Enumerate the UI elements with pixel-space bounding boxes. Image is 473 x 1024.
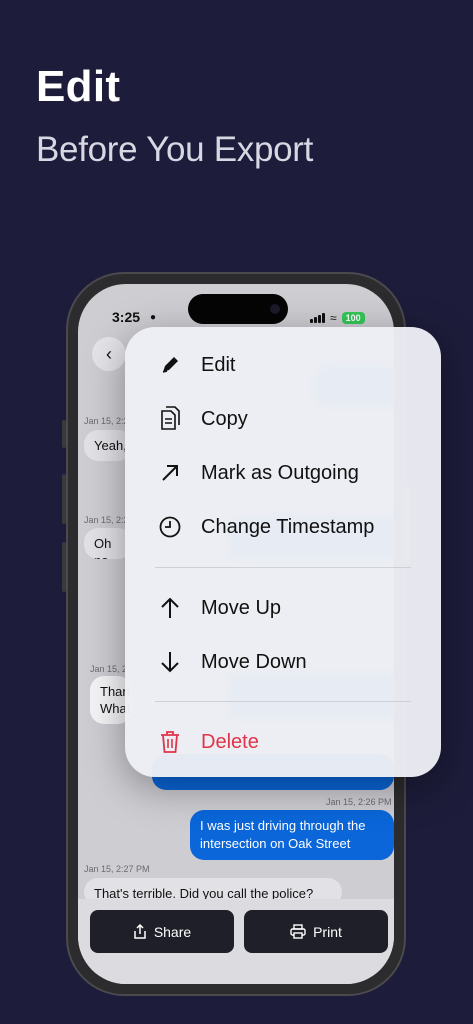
menu-item-label: Move Down	[201, 650, 307, 673]
signal-icon	[310, 313, 325, 323]
outgoing-message[interactable]: I was just driving through the intersect…	[190, 810, 394, 860]
menu-item-move-down[interactable]: Move Down	[125, 635, 441, 689]
bottom-toolbar: Share Print	[78, 899, 394, 984]
volume-down-button	[62, 542, 66, 592]
menu-item-move-up[interactable]: Move Up	[125, 581, 441, 635]
pencil-icon	[158, 353, 182, 377]
arrow-up-icon	[158, 596, 182, 620]
context-menu: Edit Copy Mark as Outgoing Change Timest…	[125, 327, 441, 777]
trash-icon	[158, 730, 182, 754]
copy-icon	[158, 406, 182, 431]
menu-item-label: Delete	[201, 730, 259, 753]
menu-item-label: Mark as Outgoing	[201, 461, 359, 484]
message-timestamp: Jan 15, 2:26 PM	[326, 797, 392, 807]
menu-item-label: Change Timestamp	[201, 515, 375, 538]
status-time: 3:25	[112, 309, 141, 325]
share-button[interactable]: Share	[90, 910, 234, 953]
menu-divider	[155, 567, 411, 568]
print-label: Print	[313, 923, 342, 940]
camera-icon	[270, 304, 280, 314]
message-timestamp: Jan 15, 2:27 PM	[84, 864, 150, 874]
menu-item-label: Move Up	[201, 596, 282, 619]
menu-item-delete[interactable]: Delete	[125, 715, 441, 769]
status-indicators: ≈ 100	[310, 311, 365, 325]
print-button[interactable]: Print	[244, 910, 388, 953]
action-button	[62, 420, 66, 448]
person-icon: ●	[150, 312, 157, 323]
dynamic-island	[188, 294, 288, 324]
wifi-icon: ≈	[330, 311, 337, 325]
printer-icon	[290, 924, 306, 939]
menu-divider	[155, 701, 411, 702]
arrow-up-right-icon	[158, 461, 182, 485]
hero-subtitle: Before You Export	[36, 130, 314, 169]
menu-item-mark-outgoing[interactable]: Mark as Outgoing	[125, 446, 441, 500]
message-timestamp: Jan 15, 2:	[90, 664, 130, 674]
clock-icon	[158, 515, 182, 539]
hero-title: Edit	[36, 62, 121, 111]
menu-item-label: Copy	[201, 407, 248, 430]
menu-item-change-timestamp[interactable]: Change Timestamp	[125, 500, 441, 554]
share-icon	[134, 923, 146, 939]
back-chevron-icon: ‹	[106, 343, 112, 364]
menu-item-label: Edit	[201, 353, 236, 376]
battery-indicator: 100	[341, 312, 365, 324]
arrow-down-icon	[158, 650, 182, 674]
message-timestamp: Jan 15, 2:2	[84, 416, 129, 426]
back-button[interactable]: ‹	[92, 337, 126, 371]
share-label: Share	[153, 923, 192, 940]
volume-up-button	[62, 474, 66, 524]
menu-item-edit[interactable]: Edit	[125, 338, 441, 392]
message-timestamp: Jan 15, 2:2	[84, 515, 129, 525]
menu-item-copy[interactable]: Copy	[125, 392, 441, 446]
